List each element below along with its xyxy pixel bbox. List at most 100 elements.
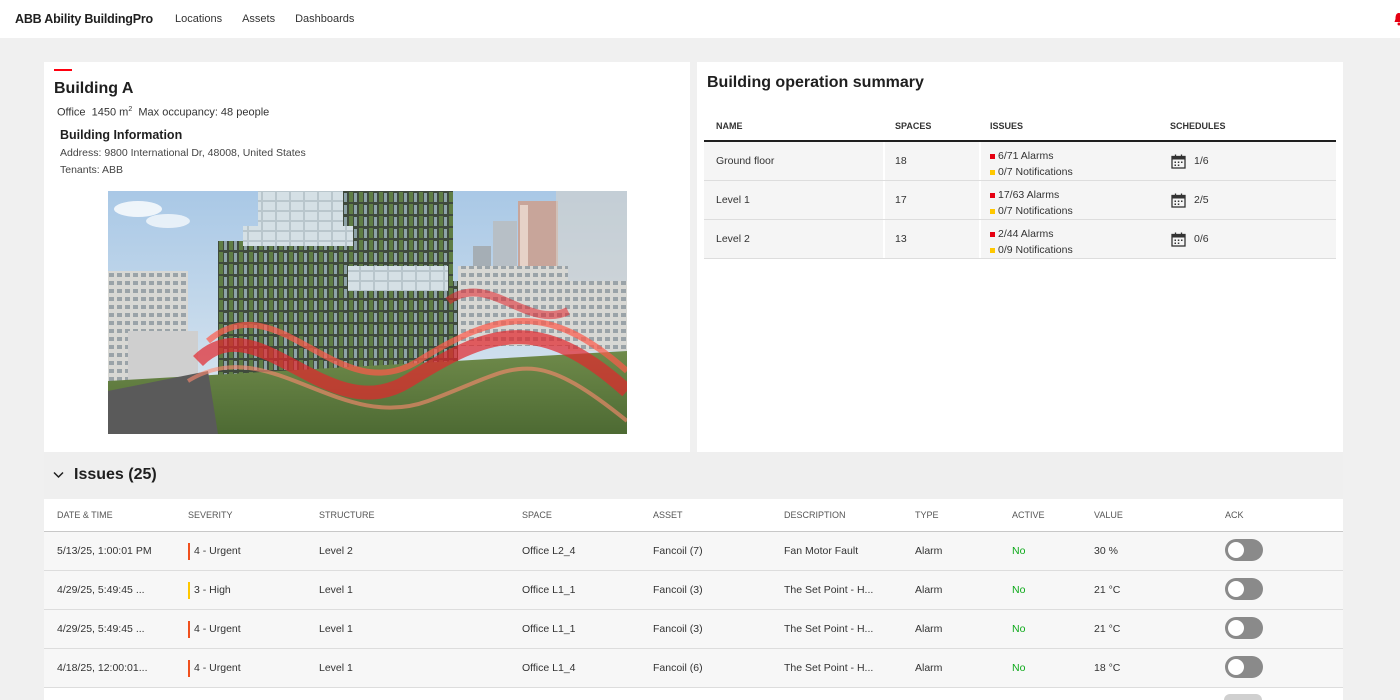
row-spaces: 13 [885, 220, 981, 258]
issue-structure: Level 2 [319, 545, 353, 557]
calendar-icon [1171, 154, 1186, 169]
row-notifications: 0/7 Notifications [998, 205, 1073, 217]
issue-description: The Set Point - H... [784, 584, 874, 596]
col-active[interactable]: ACTIVE [1012, 499, 1045, 531]
building-info-title: Building Information [60, 128, 183, 142]
issue-structure: Level 1 [319, 623, 353, 635]
severity-label: 4 - Urgent [194, 545, 241, 557]
issue-row[interactable]: 4/29/25, 5:49:45 ... 3 - High Level 1 Of… [44, 571, 1343, 610]
issues-table-header: DATE & TIME SEVERITY STRUCTURE SPACE ASS… [44, 499, 1343, 532]
col-issues[interactable]: ISSUES [990, 112, 1023, 140]
row-spaces: 18 [885, 142, 981, 180]
summary-row[interactable]: Ground floor 18 6/71 Alarms 0/7 Notifica… [704, 142, 1336, 181]
col-ack[interactable]: ACK [1225, 499, 1244, 531]
row-alarms: 6/71 Alarms [998, 150, 1054, 162]
issue-active: No [1012, 662, 1026, 674]
issue-asset: Fancoil (3) [653, 584, 703, 596]
col-type[interactable]: TYPE [915, 499, 939, 531]
issue-datetime: 5/13/25, 1:00:01 PM [57, 545, 152, 557]
calendar-icon [1171, 232, 1186, 247]
notification-bell-icon[interactable] [1394, 12, 1400, 26]
col-description[interactable]: DESCRIPTION [784, 499, 846, 531]
row-schedules: 0/6 [1194, 233, 1209, 245]
row-name: Ground floor [704, 142, 885, 180]
app-brand[interactable]: ABB Ability BuildingPro [15, 12, 153, 26]
issue-space: Office L2_4 [522, 545, 576, 557]
toggle-knob [1228, 581, 1244, 597]
issue-value: 21 °C [1094, 623, 1121, 635]
toggle-knob [1228, 659, 1244, 675]
summary-row[interactable]: Level 2 13 2/44 Alarms 0/9 Notifications… [704, 220, 1336, 259]
issue-space: Office L1_1 [522, 584, 576, 596]
issues-section-header[interactable]: Issues (25) [44, 452, 1343, 499]
issue-asset: Fancoil (6) [653, 662, 703, 674]
calendar-icon [1171, 193, 1186, 208]
col-severity[interactable]: SEVERITY [188, 499, 233, 531]
issue-type: Alarm [915, 662, 943, 674]
issues-table: DATE & TIME SEVERITY STRUCTURE SPACE ASS… [44, 499, 1343, 700]
row-alarms: 17/63 Alarms [998, 189, 1060, 201]
issue-space: Office L1_1 [522, 623, 576, 635]
col-structure[interactable]: STRUCTURE [319, 499, 375, 531]
summary-title: Building operation summary [707, 74, 924, 91]
issue-type: Alarm [915, 623, 943, 635]
issue-row[interactable]: 5/13/25, 1:00:01 PM 4 - Urgent Level 2 O… [44, 532, 1343, 571]
col-asset[interactable]: ASSET [653, 499, 683, 531]
severity-indicator [188, 542, 190, 560]
nav-assets[interactable]: Assets [242, 13, 275, 25]
row-spaces: 17 [885, 181, 981, 219]
ack-toggle[interactable] [1225, 578, 1263, 600]
issue-type: Alarm [915, 584, 943, 596]
summary-row[interactable]: Level 1 17 17/63 Alarms 0/7 Notification… [704, 181, 1336, 220]
building-area: 1450 m [91, 106, 129, 119]
building-type: Office [57, 106, 86, 119]
col-schedules[interactable]: SCHEDULES [1170, 112, 1226, 140]
row-schedules-cell: 1/6 [1171, 142, 1209, 180]
ack-toggle-partial[interactable] [1224, 694, 1262, 700]
issue-active: No [1012, 545, 1026, 557]
building-image [108, 191, 627, 434]
row-schedules-cell: 2/5 [1171, 181, 1209, 219]
issue-severity: 3 - High [188, 571, 231, 609]
issue-asset: Fancoil (3) [653, 623, 703, 635]
issue-active: No [1012, 584, 1026, 596]
col-space[interactable]: SPACE [522, 499, 552, 531]
issue-structure: Level 1 [319, 584, 353, 596]
issue-severity: 4 - Urgent [188, 649, 241, 687]
issue-datetime: 4/29/25, 5:49:45 ... [57, 584, 145, 596]
col-value[interactable]: VALUE [1094, 499, 1123, 531]
issues-title: Issues (25) [74, 466, 157, 483]
issue-description: Fan Motor Fault [784, 545, 859, 557]
ack-toggle[interactable] [1225, 539, 1263, 561]
row-schedules: 1/6 [1194, 155, 1209, 167]
building-address: Address: 9800 International Dr, 48008, U… [60, 147, 306, 159]
issue-space: Office L1_4 [522, 662, 576, 674]
alarm-dot-icon [990, 153, 995, 159]
col-name[interactable]: NAME [716, 112, 743, 140]
severity-indicator [188, 659, 190, 677]
notification-dot-icon [990, 208, 995, 214]
row-schedules-cell: 0/6 [1171, 220, 1209, 258]
row-issues: 17/63 Alarms 0/7 Notifications [990, 187, 1073, 219]
severity-label: 4 - Urgent [194, 623, 241, 635]
issue-type: Alarm [915, 545, 943, 557]
issue-row[interactable]: 4/29/25, 5:49:45 ... 4 - Urgent Level 1 … [44, 610, 1343, 649]
issue-description: The Set Point - H... [784, 662, 874, 674]
nav-dashboards[interactable]: Dashboards [295, 13, 354, 25]
ack-toggle[interactable] [1225, 617, 1263, 639]
notification-dot-icon [990, 169, 995, 175]
issue-datetime: 4/29/25, 5:49:45 ... [57, 623, 145, 635]
row-alarms: 2/44 Alarms [998, 228, 1054, 240]
issue-value: 18 °C [1094, 662, 1121, 674]
row-schedules: 2/5 [1194, 194, 1209, 206]
ack-toggle[interactable] [1225, 656, 1263, 678]
issue-row[interactable]: 4/18/25, 12:00:01... 4 - Urgent Level 1 … [44, 649, 1343, 688]
chevron-down-icon[interactable] [53, 471, 64, 479]
notification-dot-icon [990, 247, 995, 253]
col-spaces[interactable]: SPACES [895, 112, 931, 140]
col-date-time[interactable]: DATE & TIME [57, 499, 113, 531]
severity-label: 3 - High [194, 584, 231, 596]
nav-locations[interactable]: Locations [175, 13, 222, 25]
row-issues: 2/44 Alarms 0/9 Notifications [990, 226, 1073, 258]
issue-asset: Fancoil (7) [653, 545, 703, 557]
